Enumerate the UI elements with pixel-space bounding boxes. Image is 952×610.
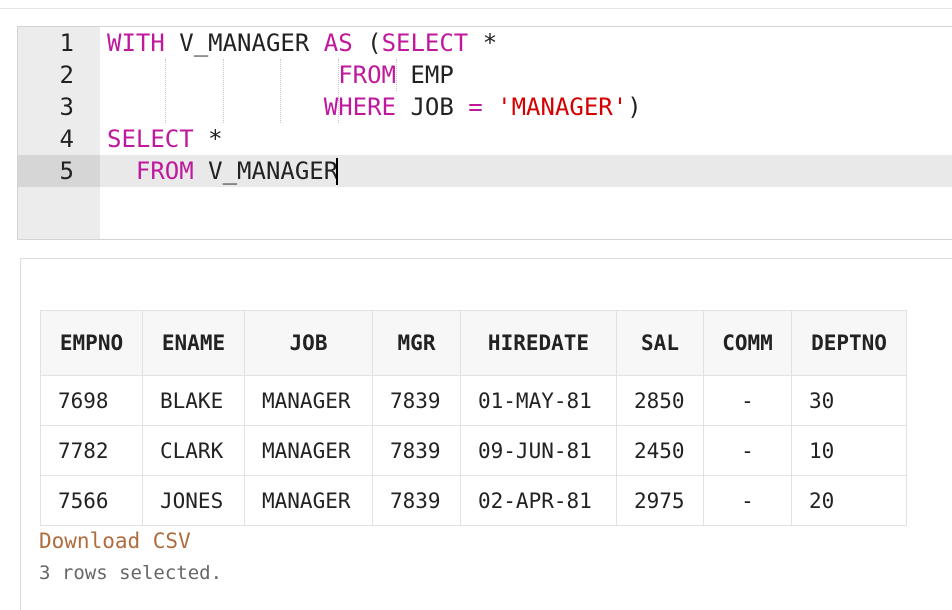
line-number: 4 [59,125,74,153]
sql-text: ( [352,29,382,57]
row-count-status: 3 rows selected. [39,562,223,584]
cell-sal: 2850 [616,375,704,426]
sql-string: 'MANAGER' [497,93,628,121]
sql-text: ) [627,93,642,121]
sql-editor[interactable]: 1 2 3 4 5 WITH V_MANAGER AS (SELECT * FR… [17,26,952,240]
line-number: 2 [59,61,74,89]
sql-keyword: FROM [338,61,396,89]
cell-sal: 2975 [616,475,704,526]
column-header-mgr[interactable]: MGR [372,310,461,376]
sql-text: * [193,125,223,153]
code-line[interactable]: FROM EMP [107,59,454,91]
column-header-deptno[interactable]: DEPTNO [791,310,907,376]
column-header-job[interactable]: JOB [244,310,373,376]
sql-keyword: FROM [135,157,194,185]
download-csv-link[interactable]: Download CSV [39,529,191,553]
results-table: EMPNO ENAME JOB MGR HIREDATE SAL COMM DE… [40,310,907,526]
cell-comm: - [703,375,792,426]
line-number: 5 [59,157,74,185]
code-line[interactable]: WITH V_MANAGER AS (SELECT * [107,27,497,59]
cell-job: MANAGER [244,475,373,526]
line-number: 1 [59,29,74,57]
cell-deptno: 10 [791,425,907,476]
cell-deptno: 20 [791,475,907,526]
sql-operator: = [468,93,483,121]
column-header-sal[interactable]: SAL [616,310,704,376]
cell-mgr: 7839 [372,375,461,426]
cell-hiredate: 09-JUN-81 [460,425,617,476]
table-row: 7698 BLAKE MANAGER 7839 01-MAY-81 2850 -… [40,375,907,426]
sql-keyword: AS [323,29,353,57]
table-row: 7782 CLARK MANAGER 7839 09-JUN-81 2450 -… [40,425,907,476]
cell-ename: CLARK [142,425,245,476]
sql-keyword: WHERE [323,93,396,121]
cell-comm: - [703,425,792,476]
cell-comm: - [703,475,792,526]
cell-sal: 2450 [616,425,704,476]
column-header-hiredate[interactable]: HIREDATE [460,310,617,376]
sql-text: V_MANAGER [164,29,324,57]
cell-mgr: 7839 [372,475,461,526]
column-header-empno[interactable]: EMPNO [40,310,143,376]
cell-mgr: 7839 [372,425,461,476]
sql-text: * [468,29,498,57]
text-cursor [336,158,338,185]
code-line[interactable]: WHERE JOB = 'MANAGER') [107,91,642,123]
top-divider [0,8,952,9]
results-panel: EMPNO ENAME JOB MGR HIREDATE SAL COMM DE… [20,258,952,610]
line-number: 3 [59,93,74,121]
cell-hiredate: 01-MAY-81 [460,375,617,426]
cell-ename: BLAKE [142,375,245,426]
code-line[interactable]: SELECT * [107,123,223,155]
cell-empno: 7698 [40,375,143,426]
sql-text: JOB [396,93,469,121]
column-header-ename[interactable]: ENAME [142,310,245,376]
cell-deptno: 30 [791,375,907,426]
table-header-row: EMPNO ENAME JOB MGR HIREDATE SAL COMM DE… [40,310,907,376]
code-line[interactable]: FROM V_MANAGER [107,155,338,187]
cell-job: MANAGER [244,375,373,426]
sql-keyword: SELECT [381,29,469,57]
cell-hiredate: 02-APR-81 [460,475,617,526]
sql-keyword: SELECT [107,125,194,153]
cell-ename: JONES [142,475,245,526]
cell-empno: 7782 [40,425,143,476]
column-header-comm[interactable]: COMM [703,310,792,376]
sql-text: V_MANAGER [193,157,339,185]
cell-job: MANAGER [244,425,373,476]
cell-empno: 7566 [40,475,143,526]
sql-keyword: WITH [107,29,165,57]
table-row: 7566 JONES MANAGER 7839 02-APR-81 2975 -… [40,475,907,526]
sql-text: EMP [395,61,454,89]
